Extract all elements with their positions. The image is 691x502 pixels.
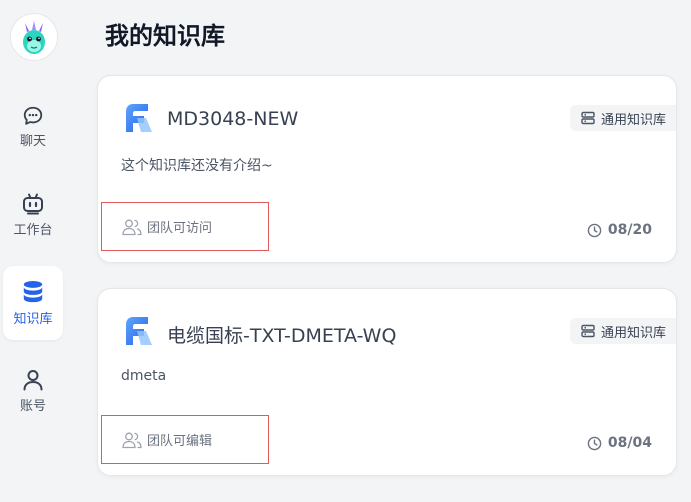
sidebar-item-label: 知识库 [13, 312, 53, 327]
clock-icon [587, 223, 602, 237]
knowledge-base-card[interactable]: 电缆国标-TXT-DMETA-WQ 通用知识库 dmeta 团队可编辑 08/0… [97, 288, 677, 476]
sidebar-item-workbench[interactable]: 工作台 [3, 178, 63, 252]
team-icon [122, 219, 142, 235]
user-icon [23, 370, 43, 391]
sidebar-item-label: 工作台 [13, 223, 53, 238]
mascot-icon [23, 21, 45, 54]
sidebar-item-label: 账号 [19, 399, 46, 414]
knowledge-base-type-badge: 通用知识库 [569, 105, 676, 131]
knowledge-base-type-label: 通用知识库 [600, 325, 666, 341]
knowledge-base-logo-icon [126, 104, 152, 132]
page-title: 我的知识库 [105, 22, 225, 50]
knowledge-base-intro: dmeta [121, 368, 167, 384]
knowledge-base-type-badge: 通用知识库 [569, 318, 676, 344]
chat-icon [23, 106, 43, 125]
robot-icon [23, 193, 43, 215]
knowledge-base-type-label: 通用知识库 [600, 112, 666, 128]
knowledge-base-name: 电缆国标-TXT-DMETA-WQ [167, 325, 397, 347]
permission-text: 团队可访问 [147, 221, 213, 236]
sidebar-item-chat[interactable]: 聊天 [3, 90, 63, 164]
permission-text: 团队可编辑 [147, 434, 213, 449]
sidebar-item-knowledge-base[interactable]: 知识库 [3, 266, 63, 340]
updated-date: 08/04 [587, 435, 652, 451]
permission-label: 团队可访问 [101, 202, 269, 251]
knowledge-base-logo-icon [126, 317, 152, 345]
database-icon [23, 280, 43, 303]
sidebar-item-account[interactable]: 账号 [3, 354, 63, 428]
knowledge-base-name: MD3048-NEW [167, 108, 299, 130]
avatar[interactable] [10, 13, 58, 61]
updated-date: 08/20 [587, 222, 652, 238]
sidebar-item-label: 聊天 [19, 134, 46, 149]
knowledge-base-intro: 这个知识库还没有介绍~ [121, 158, 273, 174]
server-icon [581, 324, 595, 338]
knowledge-base-card[interactable]: MD3048-NEW 通用知识库 这个知识库还没有介绍~ 团队可访问 08/20 [97, 75, 677, 263]
sidebar: 聊天 工作台 知识库 账号 [0, 0, 68, 502]
team-icon [122, 432, 142, 448]
updated-date-text: 08/20 [607, 222, 652, 238]
permission-label: 团队可编辑 [101, 415, 269, 464]
clock-icon [587, 436, 602, 450]
server-icon [581, 111, 595, 125]
updated-date-text: 08/04 [607, 435, 652, 451]
